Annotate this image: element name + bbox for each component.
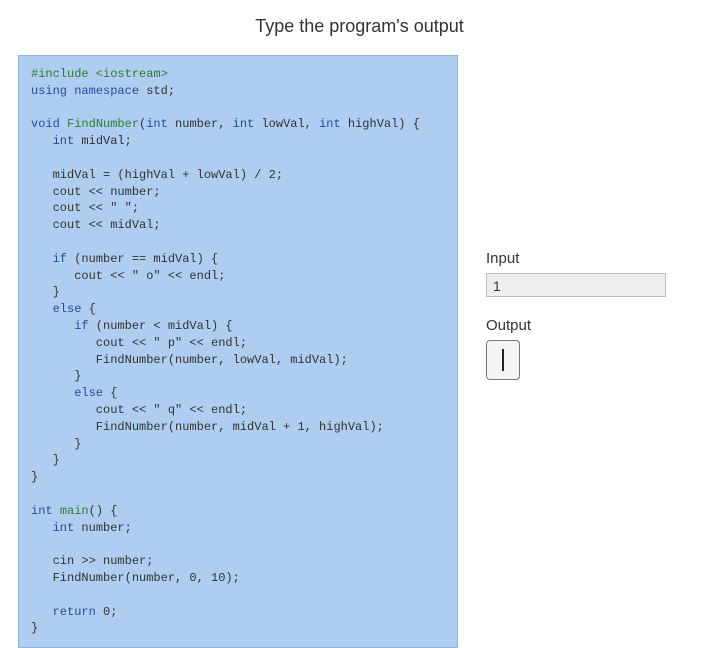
code-line: } bbox=[31, 436, 445, 453]
code-line: cin >> number; bbox=[31, 553, 445, 570]
code-line bbox=[31, 150, 445, 167]
code-line: int number; bbox=[31, 520, 445, 537]
code-line: FindNumber(number, lowVal, midVal); bbox=[31, 352, 445, 369]
code-line bbox=[31, 536, 445, 553]
code-line: if (number < midVal) { bbox=[31, 318, 445, 335]
code-line: cout << number; bbox=[31, 184, 445, 201]
code-line: cout << " "; bbox=[31, 200, 445, 217]
code-line: return 0; bbox=[31, 604, 445, 621]
code-line: } bbox=[31, 452, 445, 469]
code-line: int midVal; bbox=[31, 133, 445, 150]
code-line: midVal = (highVal + lowVal) / 2; bbox=[31, 167, 445, 184]
code-line: FindNumber(number, 0, 10); bbox=[31, 570, 445, 587]
output-box[interactable] bbox=[486, 340, 520, 380]
code-line: } bbox=[31, 368, 445, 385]
code-line: cout << " q" << endl; bbox=[31, 402, 445, 419]
code-line: if (number == midVal) { bbox=[31, 251, 445, 268]
input-label: Input bbox=[486, 250, 701, 267]
code-line bbox=[31, 587, 445, 604]
code-line: using namespace std; bbox=[31, 83, 445, 100]
page-title: Type the program's output bbox=[18, 16, 701, 37]
code-line: cout << midVal; bbox=[31, 217, 445, 234]
code-line bbox=[31, 100, 445, 117]
code-panel: #include <iostream>using namespace std; … bbox=[18, 55, 458, 648]
main-row: #include <iostream>using namespace std; … bbox=[18, 55, 701, 648]
right-column: Input 1 Output bbox=[486, 55, 701, 380]
code-line: else { bbox=[31, 301, 445, 318]
text-cursor bbox=[502, 349, 504, 371]
code-line: } bbox=[31, 469, 445, 486]
code-line: } bbox=[31, 620, 445, 637]
code-line: #include <iostream> bbox=[31, 66, 445, 83]
code-line: } bbox=[31, 284, 445, 301]
input-box: 1 bbox=[486, 273, 666, 297]
code-line: FindNumber(number, midVal + 1, highVal); bbox=[31, 419, 445, 436]
code-line: cout << " o" << endl; bbox=[31, 268, 445, 285]
code-line: int main() { bbox=[31, 503, 445, 520]
code-line bbox=[31, 234, 445, 251]
code-line: cout << " p" << endl; bbox=[31, 335, 445, 352]
code-line: else { bbox=[31, 385, 445, 402]
code-line bbox=[31, 486, 445, 503]
code-line: void FindNumber(int number, int lowVal, … bbox=[31, 116, 445, 133]
output-label: Output bbox=[486, 317, 701, 334]
